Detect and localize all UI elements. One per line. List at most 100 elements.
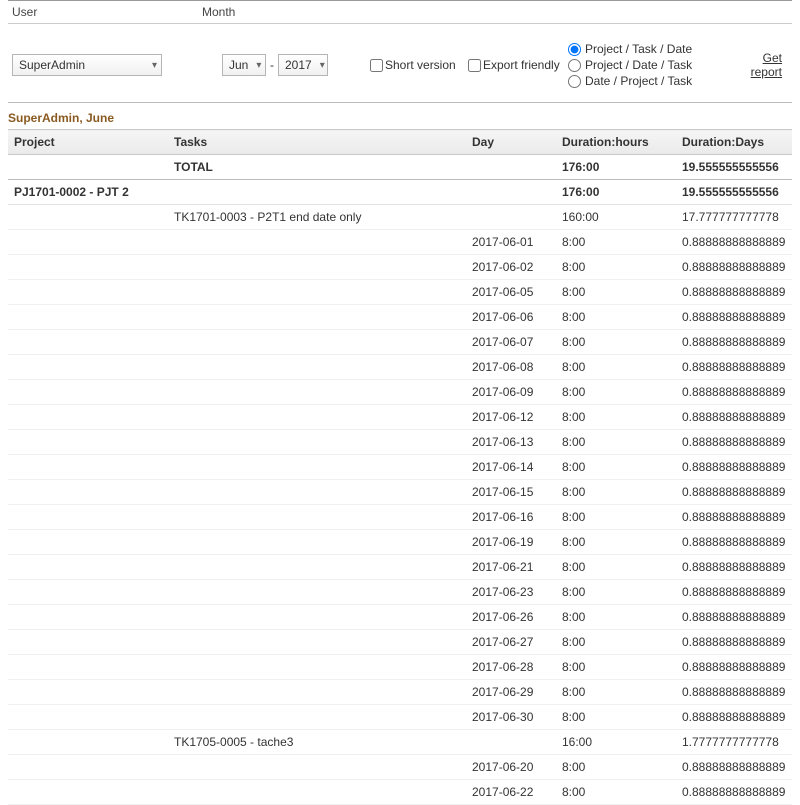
cell-task: TK1701-0003 - P2T1 end date only: [168, 205, 466, 230]
cell-project: [8, 255, 168, 280]
group-by-option-3[interactable]: Date / Project / Task: [568, 74, 692, 88]
cell-task: TK1705-0005 - tache3: [168, 730, 466, 755]
cell-duration-hours: 8:00: [556, 430, 676, 455]
cell-task: [168, 505, 466, 530]
cell-day: [466, 205, 556, 230]
cell-duration-hours: 8:00: [556, 505, 676, 530]
cell-day: [466, 180, 556, 205]
day-row: 2017-06-268:000.88888888888889: [8, 605, 792, 630]
day-row: 2017-06-058:000.88888888888889: [8, 280, 792, 305]
cell-duration-days: 0.88888888888889: [676, 455, 792, 480]
cell-day: 2017-06-12: [466, 405, 556, 430]
cell-day: 2017-06-01: [466, 230, 556, 255]
cell-day: [466, 730, 556, 755]
cell-day: 2017-06-28: [466, 655, 556, 680]
report-caption: SuperAdmin, June: [0, 109, 800, 129]
task-row: TK1701-0003 - P2T1 end date only160:0017…: [8, 205, 792, 230]
cell-duration-days: 0.88888888888889: [676, 480, 792, 505]
user-select[interactable]: SuperAdmin ▾: [12, 54, 162, 76]
day-row: 2017-06-018:000.88888888888889: [8, 230, 792, 255]
cell-task: [168, 280, 466, 305]
cell-duration-days: 0.88888888888889: [676, 405, 792, 430]
cell-task: [168, 230, 466, 255]
cell-duration-days: 0.88888888888889: [676, 430, 792, 455]
group-by-radio-2[interactable]: [568, 59, 581, 72]
cell-duration-days: 17.777777777778: [676, 205, 792, 230]
cell-task: [168, 630, 466, 655]
col-duration-hours: Duration:hours: [556, 130, 676, 155]
cell-task: [168, 330, 466, 355]
cell-duration-days: 0.88888888888889: [676, 305, 792, 330]
cell-duration-days: 0.88888888888889: [676, 255, 792, 280]
cell-duration-days: 0.88888888888889: [676, 530, 792, 555]
cell-duration-hours: 8:00: [556, 655, 676, 680]
short-version-option[interactable]: Short version: [370, 58, 456, 72]
day-row: 2017-06-078:000.88888888888889: [8, 330, 792, 355]
day-row: 2017-06-098:000.88888888888889: [8, 380, 792, 405]
cell-duration-days: 0.88888888888889: [676, 705, 792, 730]
short-version-checkbox[interactable]: [370, 59, 383, 72]
cell-project: [8, 480, 168, 505]
cell-duration-hours: 8:00: [556, 530, 676, 555]
cell-task: [168, 755, 466, 780]
day-row: 2017-06-218:000.88888888888889: [8, 555, 792, 580]
cell-task: [168, 580, 466, 605]
cell-project: [8, 355, 168, 380]
cell-project: [8, 330, 168, 355]
user-select-value: SuperAdmin: [19, 58, 85, 72]
cell-project: [8, 755, 168, 780]
cell-project: [8, 555, 168, 580]
cell-project: [8, 605, 168, 630]
year-select-value: 2017: [285, 58, 312, 72]
cell-project: [8, 280, 168, 305]
export-friendly-option[interactable]: Export friendly: [468, 58, 560, 72]
cell-duration-days: 0.88888888888889: [676, 655, 792, 680]
get-report-link[interactable]: Get report: [728, 51, 782, 79]
filter-month-label: Month: [198, 1, 438, 23]
cell-project: [8, 505, 168, 530]
cell-duration-hours: 8:00: [556, 255, 676, 280]
day-row: 2017-06-278:000.88888888888889: [8, 630, 792, 655]
cell-project: [8, 730, 168, 755]
cell-duration-hours: 8:00: [556, 405, 676, 430]
month-select[interactable]: Jun ▾: [222, 54, 266, 76]
group-by-option-1[interactable]: Project / Task / Date: [568, 42, 692, 56]
day-row: 2017-06-088:000.88888888888889: [8, 355, 792, 380]
cell-task: [168, 605, 466, 630]
cell-duration-hours: 8:00: [556, 230, 676, 255]
day-row: 2017-06-308:000.88888888888889: [8, 705, 792, 730]
cell-duration-days: 0.88888888888889: [676, 630, 792, 655]
cell-duration-days: 0.88888888888889: [676, 355, 792, 380]
day-row: 2017-06-288:000.88888888888889: [8, 655, 792, 680]
cell-task: [168, 180, 466, 205]
day-row: 2017-06-228:000.88888888888889: [8, 780, 792, 805]
group-by-radio-3[interactable]: [568, 75, 581, 88]
cell-project: [8, 580, 168, 605]
cell-duration-hours: 176:00: [556, 180, 676, 205]
group-by-label-1: Project / Task / Date: [585, 42, 692, 56]
total-row: TOTAL176:0019.555555555556: [8, 155, 792, 180]
cell-day: 2017-06-14: [466, 455, 556, 480]
month-year-separator: -: [270, 58, 274, 72]
cell-day: 2017-06-19: [466, 530, 556, 555]
cell-task: [168, 455, 466, 480]
cell-duration-hours: 8:00: [556, 305, 676, 330]
cell-day: 2017-06-08: [466, 355, 556, 380]
cell-day: 2017-06-13: [466, 430, 556, 455]
cell-task: [168, 305, 466, 330]
year-select[interactable]: 2017 ▾: [278, 54, 328, 76]
cell-task: [168, 780, 466, 805]
cell-duration-days: 1.7777777777778: [676, 730, 792, 755]
cell-duration-hours: 16:00: [556, 730, 676, 755]
col-project: Project: [8, 130, 168, 155]
cell-task: [168, 655, 466, 680]
export-friendly-checkbox[interactable]: [468, 59, 481, 72]
export-friendly-label: Export friendly: [483, 58, 560, 72]
cell-duration-hours: 8:00: [556, 605, 676, 630]
cell-day: 2017-06-15: [466, 480, 556, 505]
group-by-option-2[interactable]: Project / Date / Task: [568, 58, 692, 72]
day-row: 2017-06-238:000.88888888888889: [8, 580, 792, 605]
month-select-value: Jun: [229, 58, 248, 72]
day-row: 2017-06-138:000.88888888888889: [8, 430, 792, 455]
group-by-radio-1[interactable]: [568, 43, 581, 56]
